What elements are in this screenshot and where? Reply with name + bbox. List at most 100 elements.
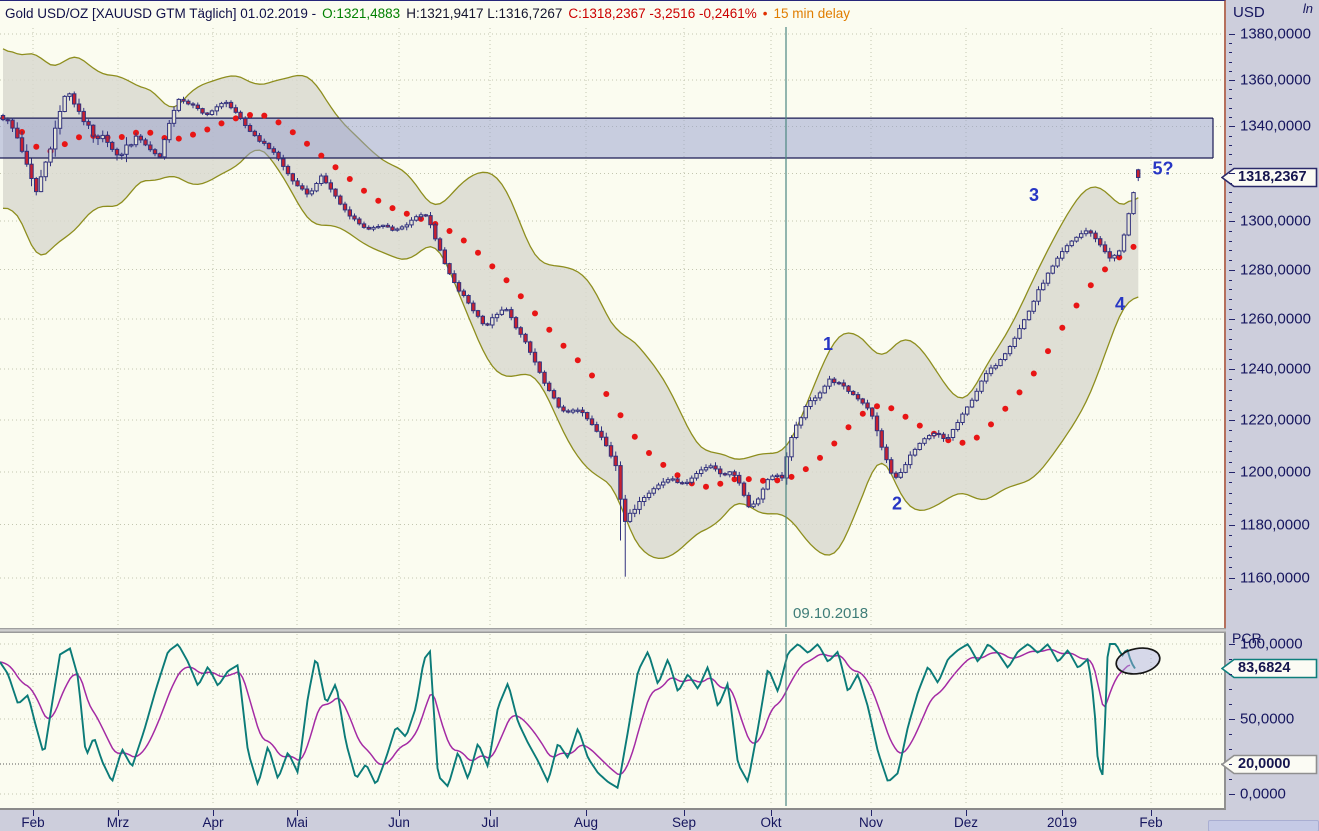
price-tick-label: 1300,0000 bbox=[1240, 212, 1311, 230]
price-tick bbox=[1229, 578, 1235, 580]
price-tick-label: 1340,0000 bbox=[1240, 117, 1311, 135]
price-tick bbox=[1229, 379, 1232, 381]
price-chart-panel[interactable]: 09.10.2018 1 2 3 4 5? bbox=[0, 26, 1226, 628]
price-tick bbox=[1229, 116, 1232, 118]
price-tick-label: 1160,0000 bbox=[1240, 569, 1310, 587]
price-tick bbox=[1229, 52, 1232, 54]
price-tick bbox=[1229, 240, 1232, 242]
indicator-tick bbox=[1229, 749, 1232, 750]
price-tick bbox=[1229, 440, 1232, 442]
indicator-value-tag: 83,6824 bbox=[1221, 658, 1318, 679]
price-tick bbox=[1229, 98, 1232, 100]
price-tick bbox=[1229, 192, 1232, 194]
price-tick bbox=[1229, 556, 1232, 558]
month-tick-label: Jul bbox=[481, 815, 499, 830]
price-tick bbox=[1229, 89, 1232, 91]
open-value: O:1321,4883 bbox=[322, 6, 401, 21]
date-line-label: 09.10.2018 bbox=[793, 605, 868, 622]
scrollbar-corner[interactable] bbox=[1208, 820, 1319, 831]
instrument-title: Gold USD/OZ [XAUUSD GTM Täglich] 01.02.2… bbox=[5, 6, 317, 21]
indicator-tick bbox=[1229, 644, 1235, 645]
price-tick bbox=[1229, 359, 1232, 361]
indicator-panel[interactable]: Tradesignal® on Line bbox=[0, 633, 1226, 810]
price-tick bbox=[1229, 260, 1232, 261]
wave-label-5q: 5? bbox=[1152, 159, 1173, 179]
log-scale-icon[interactable]: ln bbox=[1303, 1, 1313, 16]
price-tick bbox=[1229, 173, 1235, 175]
price-tick bbox=[1229, 126, 1235, 128]
price-tick-label: 1220,0000 bbox=[1240, 411, 1311, 429]
price-chart-canvas[interactable]: 09.10.2018 1 2 3 4 5? bbox=[0, 26, 1224, 628]
price-tick bbox=[1229, 269, 1235, 271]
price-tick bbox=[1229, 349, 1232, 350]
month-tick-label: Apr bbox=[202, 815, 224, 830]
price-tick bbox=[1229, 420, 1235, 422]
price-tick bbox=[1229, 163, 1232, 165]
price-tick bbox=[1229, 503, 1232, 505]
wave-label-2: 2 bbox=[892, 493, 902, 513]
delay-label: 15 min delay bbox=[773, 6, 851, 21]
price-axis[interactable]: USD ln PCR 1318,2367 83,6824 20,0000 138… bbox=[1221, 0, 1319, 831]
price-tick bbox=[1229, 182, 1232, 184]
price-tick-label: 1260,0000 bbox=[1240, 310, 1311, 328]
last-price-tag: 1318,2367 bbox=[1221, 167, 1318, 188]
pcr-signal-line bbox=[0, 648, 1131, 776]
high-low-values: H:1321,9417 L:1316,7267 bbox=[406, 6, 563, 21]
price-tick-label: 1200,0000 bbox=[1240, 463, 1311, 481]
price-tick bbox=[1229, 221, 1235, 223]
chart-title-bar: Gold USD/OZ [XAUUSD GTM Täglich] 01.02.2… bbox=[0, 0, 1226, 26]
price-tick bbox=[1229, 299, 1232, 301]
price-tick bbox=[1229, 135, 1232, 137]
price-tick bbox=[1229, 319, 1235, 321]
price-tick bbox=[1229, 430, 1232, 432]
price-tick bbox=[1229, 250, 1232, 252]
month-tick-label: Nov bbox=[858, 815, 883, 830]
price-tick bbox=[1229, 369, 1235, 371]
indicator-tick bbox=[1229, 719, 1235, 720]
indicator-canvas[interactable] bbox=[0, 633, 1224, 808]
month-tick-label: Feb bbox=[21, 815, 45, 830]
price-tick bbox=[1229, 289, 1232, 291]
price-tick bbox=[1229, 588, 1232, 590]
close-change-values: C:1318,2367 -3,2516 -0,2461% bbox=[568, 6, 757, 21]
month-tick-label: Sep bbox=[671, 815, 697, 830]
price-tick bbox=[1229, 279, 1232, 281]
delay-bullet-icon: • bbox=[762, 6, 768, 21]
indicator-tick-label: 100,0000 bbox=[1240, 635, 1303, 653]
month-tick-label: Mai bbox=[286, 815, 308, 830]
price-tick bbox=[1229, 461, 1232, 463]
indicator-tick bbox=[1229, 779, 1232, 780]
indicator-tick bbox=[1229, 689, 1232, 690]
indicator-tick bbox=[1229, 704, 1232, 705]
indicator-gridlines bbox=[0, 634, 1224, 806]
price-tick bbox=[1229, 535, 1232, 537]
price-tick bbox=[1229, 230, 1232, 232]
month-tick-label: 2019 bbox=[1046, 815, 1078, 830]
month-tick-label: Mrz bbox=[106, 815, 130, 830]
price-tick bbox=[1229, 513, 1232, 515]
price-tick bbox=[1229, 389, 1232, 391]
price-tick bbox=[1229, 545, 1232, 547]
month-tick-label: Dez bbox=[953, 815, 978, 830]
price-tick bbox=[1229, 70, 1232, 72]
price-tick bbox=[1229, 79, 1235, 81]
indicator-value-tag-text: 83,6824 bbox=[1238, 660, 1291, 676]
indicator-tick bbox=[1229, 794, 1235, 795]
month-tick-label: Jun bbox=[388, 815, 410, 830]
price-tick bbox=[1229, 329, 1232, 330]
indicator-tick-label: 0,0000 bbox=[1240, 785, 1286, 803]
price-tick bbox=[1229, 409, 1232, 411]
month-tick-label: Okt bbox=[760, 815, 782, 830]
wave-label-3: 3 bbox=[1029, 185, 1039, 205]
price-tick bbox=[1229, 145, 1232, 146]
time-axis[interactable]: Feb Mrz Apr Mai Jun Jul Aug Sep Okt Nov Dez 2019 Feb bbox=[0, 810, 1226, 831]
price-tick bbox=[1229, 202, 1232, 203]
month-tick-label: Feb bbox=[1139, 815, 1163, 830]
resistance-zone bbox=[0, 117, 1214, 159]
price-tick bbox=[1229, 482, 1232, 484]
price-tick bbox=[1229, 471, 1235, 473]
price-tick-label: 1380,0000 bbox=[1240, 25, 1311, 43]
wave-label-1: 1 bbox=[823, 334, 833, 354]
price-tick bbox=[1229, 567, 1232, 569]
price-tick bbox=[1229, 339, 1232, 340]
